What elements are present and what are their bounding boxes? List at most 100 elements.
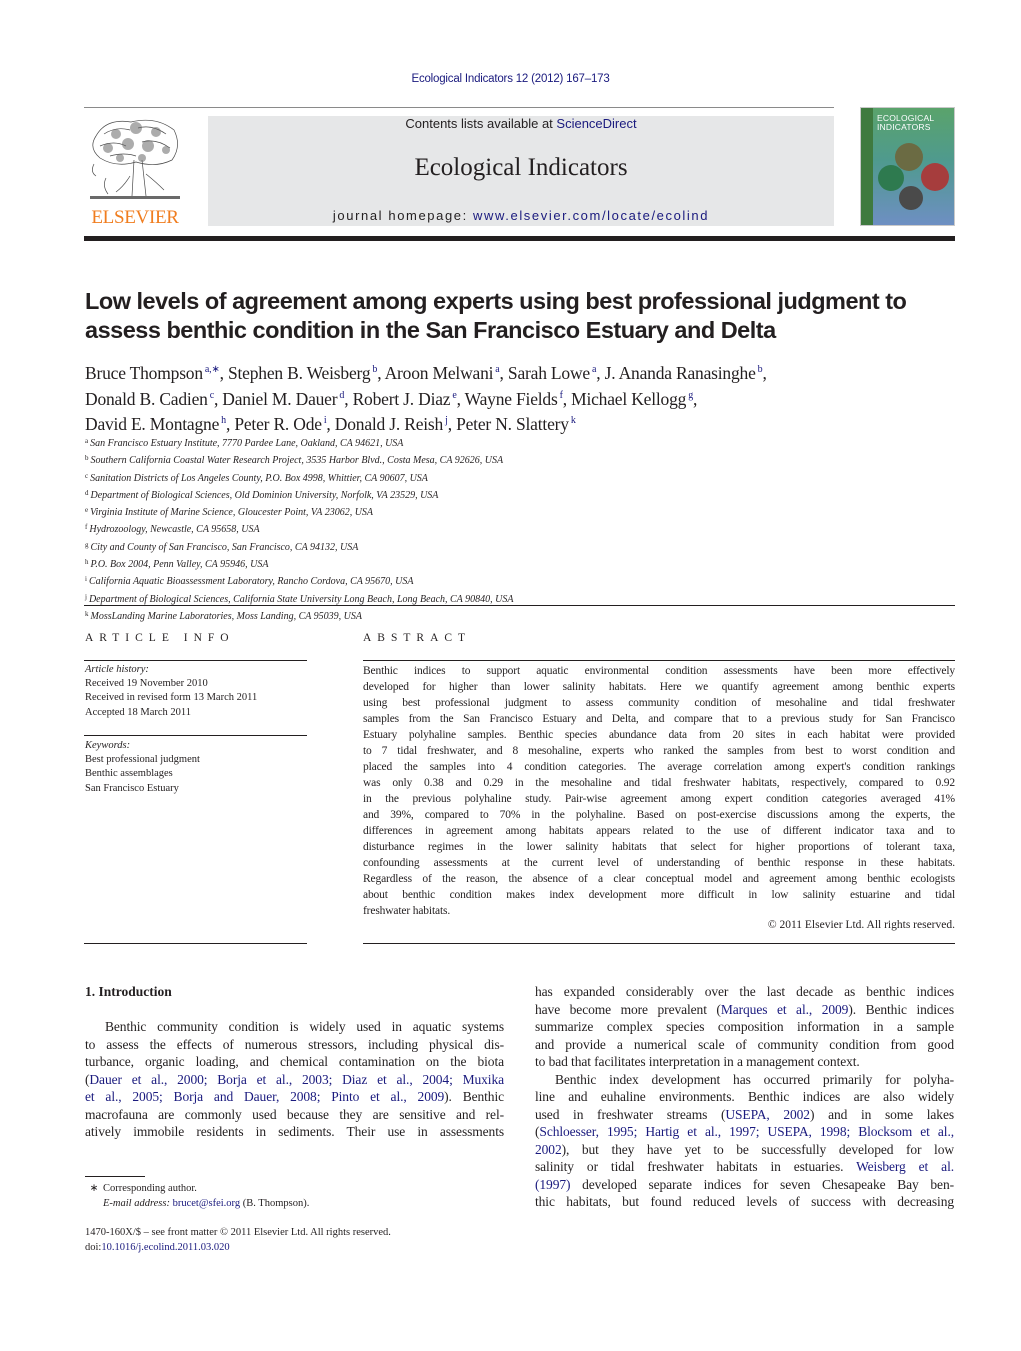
- author-name[interactable]: David E. Montagne: [85, 414, 219, 434]
- cover-photo-circle: [921, 163, 949, 191]
- abstract-line: samples from the San Francisco Estuary a…: [363, 713, 955, 725]
- abstract-line: about benthic condition makes index deve…: [363, 889, 955, 901]
- body-line: Benthic index development has occurred p…: [555, 1071, 954, 1087]
- affiliation-text: MossLanding Marine Laboratories, Moss La…: [90, 610, 363, 622]
- abstract-line: confounding assessments at the current l…: [363, 857, 955, 869]
- citation-link[interactable]: USEPA, 2002: [725, 1107, 810, 1122]
- body-line: atively immobile residents in sediments.…: [85, 1124, 504, 1139]
- body-line: (1997) developed separate indices for se…: [535, 1176, 954, 1194]
- body-text: have become more prevalent (: [535, 1001, 721, 1017]
- footnote-star: ∗: [89, 1183, 99, 1194]
- body-line: Benthic community condition is widely us…: [105, 1019, 504, 1034]
- header-thick-divider: [84, 236, 955, 241]
- affiliation-item: k MossLanding Marine Laboratories, Moss L…: [85, 607, 785, 624]
- body-line: and provide a numerical scale of communi…: [535, 1036, 954, 1052]
- affiliation-text: Southern California Coastal Water Resear…: [90, 455, 504, 467]
- article-history-label: Article history:: [85, 664, 149, 675]
- history-received: Received 19 November 2010: [85, 678, 208, 690]
- affiliation-text: San Francisco Estuary Institute, 7770 Pa…: [90, 438, 404, 449]
- journal-homepage-link[interactable]: www.elsevier.com/locate/ecolind: [473, 208, 709, 223]
- body-line: used in freshwater streams (USEPA, 2002)…: [535, 1106, 954, 1124]
- body-line: turbance, organic loading, and chemical …: [85, 1054, 504, 1069]
- citation-link[interactable]: Dauer et al., 2000; Borja et al., 2003; …: [89, 1072, 504, 1087]
- keyword: Benthic assemblages: [85, 768, 173, 780]
- author-name[interactable]: J. Ananda Ranasinghe: [605, 363, 756, 383]
- email-owner: (B. Thompson).: [240, 1197, 310, 1209]
- doi-link[interactable]: 10.1016/j.ecolind.2011.03.020: [101, 1242, 229, 1253]
- abstract-line: in the previous polyhaline study. Pair-w…: [363, 793, 955, 805]
- author-list: Bruce Thompson a,∗, Stephen B. Weisberg b,…: [85, 359, 955, 436]
- affiliation-key: f: [85, 523, 88, 532]
- abstract-line: Estuary polyhaline samples. Benthic spec…: [363, 729, 955, 741]
- body-text: ), but they have yet to be successfully …: [561, 1141, 954, 1157]
- abstract-line: freshwater habitats.: [363, 905, 451, 917]
- affiliation-text: Department of Biological Sciences, Old D…: [90, 489, 439, 501]
- author-name[interactable]: Peter N. Slattery: [456, 414, 569, 434]
- abstract-copyright: © 2011 Elsevier Ltd. All rights reserved…: [767, 919, 955, 931]
- corresponding-author-label: Corresponding author.: [103, 1183, 197, 1194]
- affiliation-marker[interactable]: k: [571, 415, 576, 426]
- body-line: line and euhaline environments. Benthic …: [535, 1089, 954, 1104]
- journal-citation-link[interactable]: Ecological Indicators 12 (2012) 167–173: [0, 73, 1021, 85]
- footnote-divider: [85, 1176, 145, 1177]
- article-info-divider: [84, 943, 307, 944]
- author-separator: ,: [456, 388, 465, 409]
- author-name[interactable]: Sarah Lowe: [508, 363, 590, 383]
- homepage-prefix: journal homepage:: [332, 208, 474, 223]
- author-name[interactable]: Donald J. Reish: [335, 414, 444, 434]
- citation-link[interactable]: 2002: [535, 1142, 562, 1157]
- body-line: have become more prevalent (Marques et a…: [535, 1001, 954, 1019]
- keywords-label: Keywords:: [85, 740, 131, 751]
- author-name[interactable]: Daniel M. Dauer: [222, 389, 337, 409]
- article-info-divider: [84, 735, 307, 736]
- affiliation-item: i California Aquatic Bioassessment Labora…: [85, 572, 785, 589]
- history-accepted: Accepted 18 March 2011: [85, 706, 192, 718]
- author-name[interactable]: Aroon Melwani: [385, 363, 494, 383]
- article-info-heading: ARTICLE INFO: [85, 632, 235, 644]
- doi-prefix: doi:: [85, 1241, 102, 1253]
- journal-cover-thumbnail[interactable]: ECOLOGICAL INDICATORS: [860, 107, 955, 226]
- author-name[interactable]: Donald B. Cadien: [85, 389, 208, 409]
- affiliation-item: e Virginia Institute of Marine Science, G…: [85, 503, 785, 520]
- elsevier-tree-icon: [90, 119, 180, 199]
- author-name[interactable]: Wayne Fields: [465, 389, 558, 409]
- citation-link[interactable]: Weisberg et al.: [856, 1159, 954, 1174]
- abstract-heading: ABSTRACT: [363, 632, 472, 644]
- history-revised: Received in revised form 13 March 2011: [85, 692, 258, 704]
- abstract-line: was only 0.38 and 0.29 in the mesohaline…: [363, 777, 955, 789]
- elsevier-logo[interactable]: ELSEVIER: [84, 116, 186, 228]
- affiliation-key: g: [85, 540, 89, 549]
- author-separator: ,: [596, 363, 605, 383]
- affiliation-marker[interactable]: a,∗: [205, 364, 220, 375]
- author-separator: ,: [762, 363, 767, 383]
- body-text: ) and in some lakes: [809, 1106, 955, 1122]
- affiliation-key: h: [85, 558, 89, 567]
- sciencedirect-link[interactable]: ScienceDirect: [556, 116, 636, 131]
- front-matter-footnote: 1470-160X/$ – see front matter © 2011 El…: [85, 1226, 391, 1255]
- author-name[interactable]: Robert J. Diaz: [353, 389, 451, 409]
- citation-link[interactable]: et al., 2005; Borja and Dauer, 2008; Pin…: [85, 1089, 444, 1104]
- affiliation-text: California Aquatic Bioassessment Laborat…: [88, 576, 414, 588]
- author-name[interactable]: Michael Kellogg: [571, 389, 686, 409]
- abstract-divider: [363, 660, 955, 661]
- author-name[interactable]: Stephen B. Weisberg: [228, 363, 371, 383]
- cover-spine: [861, 108, 873, 225]
- citation-link[interactable]: Marques et al., 2009: [721, 1002, 849, 1017]
- email-label: E-mail address:: [103, 1197, 170, 1209]
- corresponding-author-footnote: ∗ Corresponding author. E-mail address: b…: [85, 1182, 310, 1211]
- affiliation-key: j: [85, 592, 87, 601]
- journal-homepage-line: journal homepage: www.elsevier.com/locat…: [208, 208, 834, 223]
- abstract-line: using best professional judgment to asse…: [363, 697, 955, 709]
- affiliation-text: Sanitation Districts of Los Angeles Coun…: [90, 472, 428, 484]
- contents-line: Contents lists available at ScienceDirec…: [208, 116, 834, 131]
- elsevier-wordmark: ELSEVIER: [91, 207, 179, 228]
- author-name[interactable]: Peter R. Ode: [234, 414, 322, 434]
- author-name[interactable]: Bruce Thompson: [85, 363, 203, 383]
- author-email-link[interactable]: brucet@sfei.org: [173, 1198, 241, 1209]
- body-line: (Dauer et al., 2000; Borja et al., 2003;…: [85, 1071, 504, 1089]
- article-history: Article history: Received 19 November 20…: [85, 663, 307, 720]
- abstract-line: to 7 tidal freshwater, and 8 mesohaline,…: [363, 745, 955, 757]
- citation-link[interactable]: Schloesser, 1995; Hartig et al., 1997; U…: [539, 1124, 954, 1139]
- citation-link[interactable]: (1997): [535, 1177, 571, 1192]
- body-line: salinity or tidal freshwater habitats in…: [535, 1158, 954, 1176]
